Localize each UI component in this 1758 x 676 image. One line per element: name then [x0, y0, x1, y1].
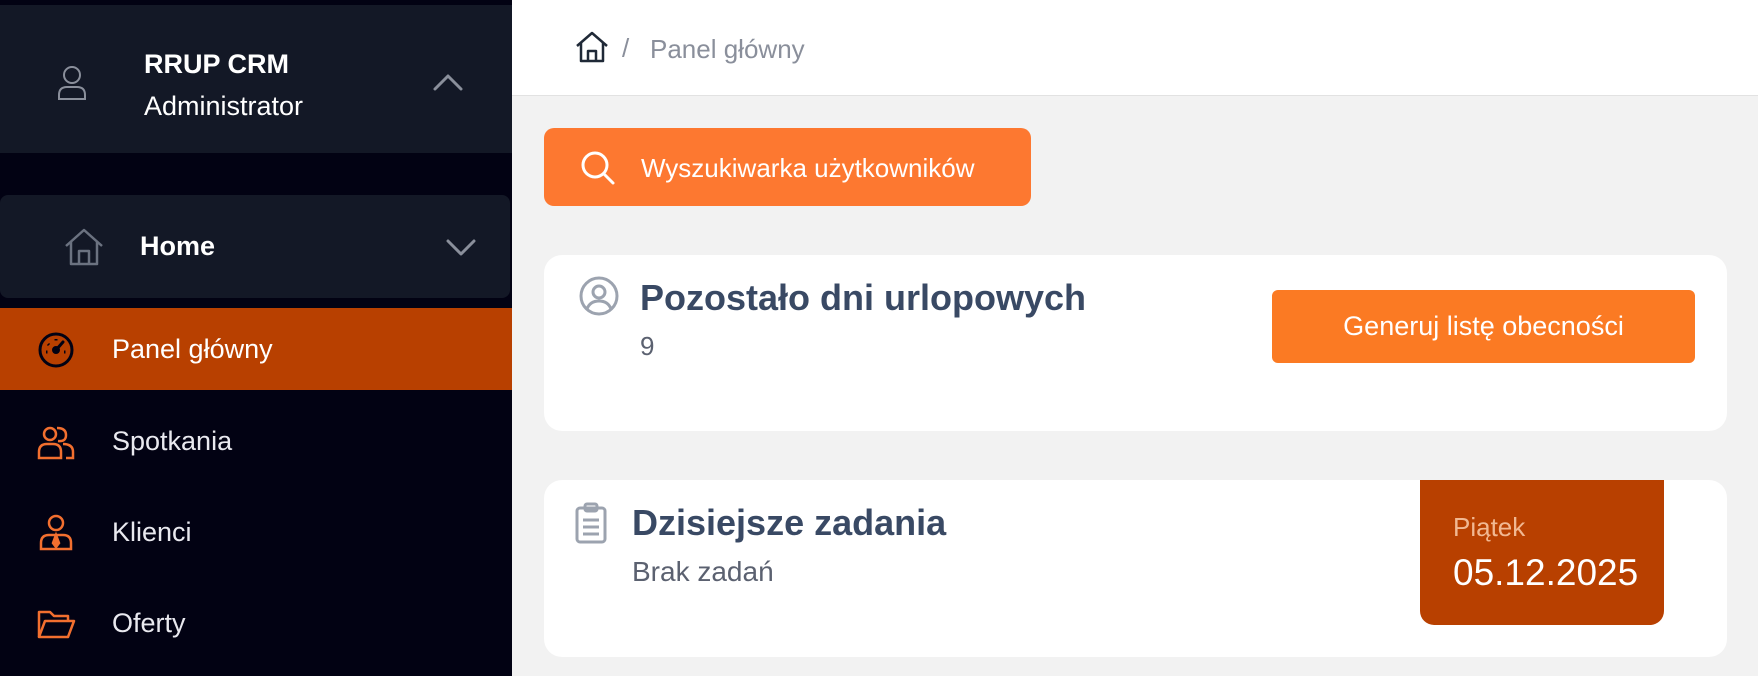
tasks-card: Dzisiejsze zadania Brak zadań Piątek 05.…	[544, 480, 1727, 657]
home-icon	[65, 228, 103, 266]
sidebar-item-label: Klienci	[112, 517, 192, 547]
breadcrumb-separator: /	[622, 33, 630, 63]
sidebar-item-label: Oferty	[112, 608, 186, 638]
chevron-down-icon[interactable]	[445, 237, 477, 259]
user-icon	[58, 66, 86, 100]
clipboard-icon	[575, 502, 607, 544]
search-icon	[581, 151, 615, 185]
chevron-up-icon[interactable]	[432, 71, 464, 93]
user-circle-icon	[579, 276, 619, 316]
date-badge: Piątek 05.12.2025	[1420, 480, 1664, 625]
sidebar-section-home[interactable]: Home	[0, 195, 510, 298]
client-icon	[39, 514, 73, 551]
sidebar-item-klienci[interactable]: Klienci	[0, 491, 512, 573]
vacation-days-value: 9	[640, 331, 655, 361]
breadcrumb-current: Panel główny	[650, 34, 805, 64]
search-button-label: Wyszukiwarka użytkowników	[641, 153, 975, 183]
breadcrumb: / Panel główny	[512, 0, 1758, 96]
sidebar: RRUP CRM Administrator Home Panel główny	[0, 0, 512, 676]
folder-icon	[37, 610, 76, 639]
vacation-title: Pozostało dni urlopowych	[640, 277, 1087, 318]
date-day: Piątek	[1453, 512, 1526, 542]
user-panel[interactable]: RRUP CRM Administrator	[0, 5, 512, 153]
sidebar-item-label: Panel główny	[112, 334, 273, 364]
tasks-empty-text: Brak zadań	[632, 556, 774, 587]
generate-attendance-button[interactable]: Generuj listę obecności	[1272, 290, 1695, 363]
vacation-card: Pozostało dni urlopowych 9 Generuj listę…	[544, 255, 1727, 431]
date-value: 05.12.2025	[1453, 552, 1639, 593]
home-icon[interactable]	[575, 30, 609, 64]
sidebar-item-panel-glowny[interactable]: Panel główny	[0, 308, 512, 390]
dashboard-icon	[38, 332, 74, 368]
sidebar-item-label: Spotkania	[112, 426, 233, 456]
sidebar-section-label: Home	[140, 231, 216, 261]
user-role: Administrator	[144, 91, 304, 121]
tasks-title: Dzisiejsze zadania	[632, 502, 947, 543]
users-icon	[37, 426, 75, 460]
sidebar-item-oferty[interactable]: Oferty	[0, 582, 512, 664]
sidebar-item-spotkania[interactable]: Spotkania	[0, 400, 512, 482]
user-name: RRUP CRM	[144, 49, 290, 79]
user-search-button[interactable]: Wyszukiwarka użytkowników	[544, 128, 1031, 206]
